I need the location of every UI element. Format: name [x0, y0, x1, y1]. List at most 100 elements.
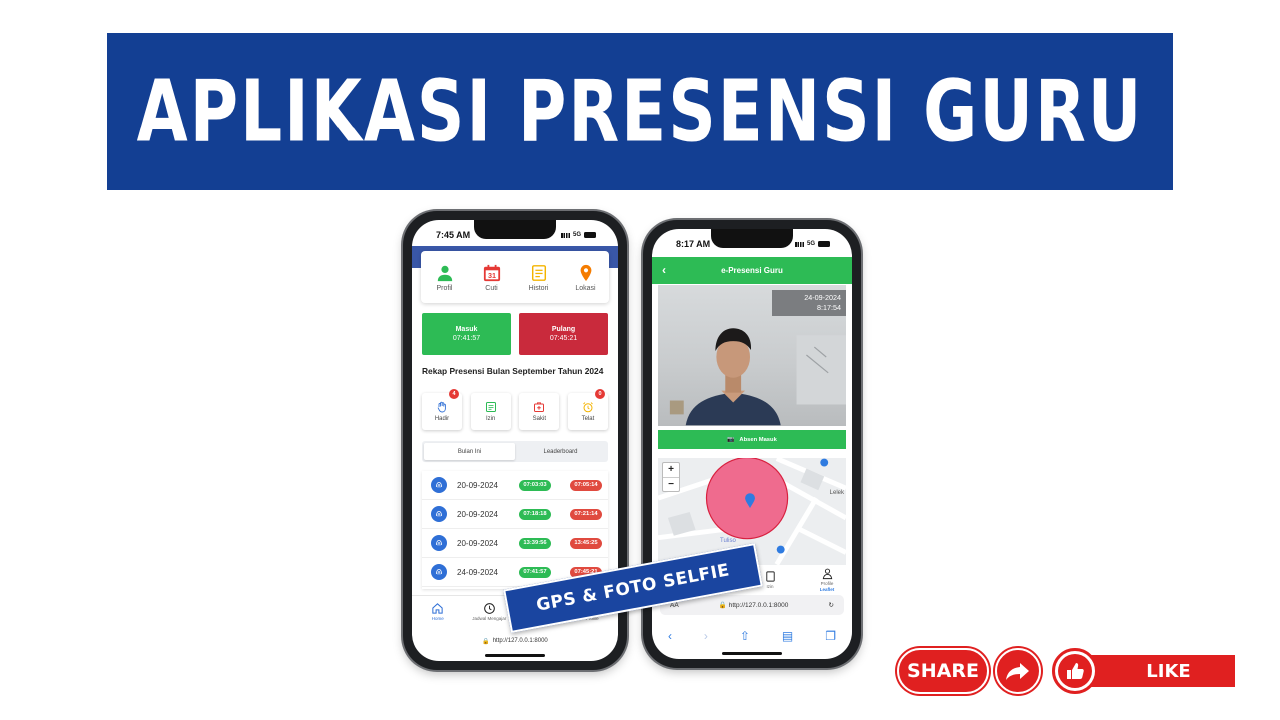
- share-icon[interactable]: ⇧: [740, 629, 750, 643]
- back-icon[interactable]: ‹: [668, 629, 672, 643]
- share-arrow-button[interactable]: [995, 648, 1041, 694]
- stat-sakit[interactable]: Sakit: [519, 393, 560, 430]
- bookmarks-icon[interactable]: ▤: [782, 629, 793, 643]
- reload-icon[interactable]: ↻: [829, 601, 834, 609]
- phone-notch: [711, 229, 793, 248]
- time-in-pill: 07:18:18: [519, 508, 551, 520]
- menu-lokasi[interactable]: Lokasi: [565, 264, 607, 292]
- document-icon: [765, 570, 775, 582]
- header-title: e-Presensi Guru: [721, 266, 783, 275]
- menu-label: Lokasi: [575, 285, 596, 292]
- note-icon: [485, 402, 496, 412]
- menu-histori[interactable]: Histori: [518, 264, 560, 292]
- pulang-time: 07:45:21: [549, 335, 578, 342]
- absen-button-label: Absen Masuk: [739, 436, 777, 443]
- stats-row: 4 Hadir Izin Sakit 0 Telat: [422, 389, 608, 430]
- location-pin-icon: [580, 264, 591, 282]
- url-wrap: 🔒 http://127.0.0.1:8000: [719, 601, 789, 609]
- absen-masuk-button[interactable]: 📷 Absen Masuk: [658, 430, 846, 449]
- signal-indicator: 5G: [560, 232, 596, 238]
- history-date: 20-09-2024: [457, 509, 498, 519]
- network-type: 5G: [806, 241, 815, 247]
- tab-leaderboard[interactable]: Leaderboard: [515, 443, 606, 460]
- list-item[interactable]: 20-09-2024 07:18:18 07:21:14: [422, 500, 608, 529]
- menu-label: Cuti: [485, 285, 498, 292]
- calendar-icon: 31: [483, 264, 500, 282]
- nav-home[interactable]: Home: [413, 602, 463, 621]
- share-button[interactable]: SHARE: [897, 648, 989, 694]
- time-out-pill: 07:05:14: [570, 479, 602, 491]
- time-out-pill: 07:21:14: [570, 508, 602, 520]
- time-in-pill: 07:41:57: [519, 566, 551, 578]
- fingerprint-icon: [431, 535, 447, 551]
- browser-url-bar[interactable]: 🔒 http://127.0.0.1:8000: [412, 631, 618, 651]
- stat-telat[interactable]: 0 Telat: [567, 389, 608, 430]
- signal-bars-icon: [794, 241, 804, 247]
- thumbnail-stage: APLIKASI PRESENSI GURU 7:45 AM 5G Profil…: [0, 0, 1280, 720]
- hand-icon: [437, 401, 446, 413]
- stat-hadir[interactable]: 4 Hadir: [422, 389, 462, 430]
- history-tabs: Bulan Ini Leaderboard: [422, 441, 608, 462]
- camera-date: 24-09-2024: [804, 293, 841, 302]
- thumbs-up-icon: [1067, 663, 1084, 679]
- share-arrow-icon: [1006, 663, 1029, 680]
- history-date: 20-09-2024: [457, 480, 498, 490]
- forward-icon[interactable]: ›: [704, 629, 708, 643]
- map-edge-label: Lelek: [829, 490, 844, 496]
- menu-cuti[interactable]: 31 Cuti: [471, 264, 513, 292]
- like-icon-circle: [1058, 654, 1092, 688]
- status-time: 7:45 AM: [436, 230, 471, 240]
- nav-profile[interactable]: Profile Leaflet: [812, 567, 842, 592]
- menu-label: Profil: [436, 285, 453, 292]
- medical-icon: [534, 402, 545, 412]
- nav-label: Jadwal Mengajar: [472, 616, 507, 621]
- document-icon: [531, 265, 546, 281]
- zoom-in-button[interactable]: +: [663, 463, 679, 478]
- nav-label: Profile: [820, 580, 834, 586]
- pulang-label: Pulang: [551, 326, 576, 333]
- status-time: 8:17 AM: [676, 239, 711, 249]
- pulang-card[interactable]: Pulang 07:45:21: [519, 313, 608, 355]
- stat-label: Izin: [485, 416, 496, 422]
- signal-indicator: 5G: [794, 241, 830, 247]
- person-icon: [437, 265, 452, 282]
- phone-notch: [474, 220, 556, 239]
- home-indicator: [722, 652, 782, 655]
- list-item[interactable]: 20-09-2024 13:39:56 13:45:25: [422, 529, 608, 558]
- camera-timestamp: 24-09-2024 8:17:54: [772, 290, 846, 316]
- back-arrow-icon[interactable]: ‹: [662, 263, 666, 277]
- time-in-pill: 13:39:56: [519, 537, 551, 549]
- battery-icon: [584, 232, 596, 238]
- menu-label: Histori: [528, 285, 549, 292]
- zoom-out-button[interactable]: −: [663, 478, 679, 492]
- stat-izin[interactable]: Izin: [470, 393, 511, 430]
- time-out-pill: 13:45:25: [570, 537, 602, 549]
- map-place-label: Tuliso: [720, 538, 736, 544]
- lock-icon: 🔒: [718, 602, 727, 609]
- menu-profil[interactable]: Profil: [424, 264, 466, 292]
- camera-time: 8:17:54: [817, 302, 841, 312]
- lock-icon: 🔒: [482, 638, 490, 645]
- title-banner: APLIKASI PRESENSI GURU: [107, 33, 1173, 190]
- calendar-day: 31: [488, 271, 496, 280]
- masuk-label: Masuk: [455, 326, 478, 333]
- time-in-pill: 07:03:03: [519, 479, 551, 491]
- masuk-card[interactable]: Masuk 07:41:57: [422, 313, 511, 355]
- history-date: 24-09-2024: [457, 567, 498, 577]
- history-date: 20-09-2024: [457, 538, 498, 548]
- hadir-badge: 4: [449, 389, 459, 399]
- fingerprint-icon: [431, 477, 447, 493]
- home-icon: [432, 603, 443, 614]
- fingerprint-icon: [431, 506, 447, 522]
- battery-icon: [818, 241, 830, 247]
- leaflet-attribution[interactable]: Leaflet: [820, 587, 835, 592]
- signal-bars-icon: [560, 232, 570, 238]
- clock-icon: [483, 603, 495, 614]
- list-item[interactable]: 20-09-2024 07:03:03 07:05:14: [422, 471, 608, 500]
- tab-bulan-ini[interactable]: Bulan Ini: [424, 443, 515, 460]
- tabs-icon[interactable]: ❐: [825, 629, 836, 643]
- quick-menu: Profil 31 Cuti Histori Lokasi: [421, 251, 609, 303]
- like-icon-button[interactable]: [1052, 648, 1098, 694]
- app-header: ‹ e-Presensi Guru: [652, 257, 852, 284]
- telat-badge: 0: [594, 389, 605, 399]
